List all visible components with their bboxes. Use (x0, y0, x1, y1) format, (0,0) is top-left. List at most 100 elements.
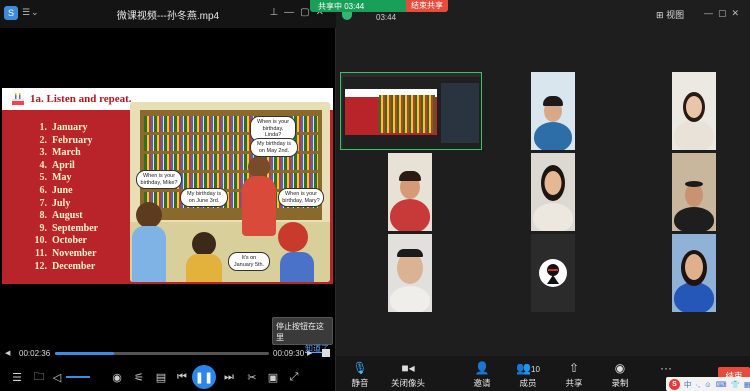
lesson-slide: 1a. Listen and repeat. 1. January 2. Februa… (2, 88, 333, 284)
participant-hair (543, 96, 563, 106)
previous-frame-icon[interactable]: ◀ (5, 349, 15, 357)
share-button[interactable]: ⇧ 共享 (552, 359, 596, 389)
participant-hair (685, 181, 703, 187)
mute-label: 静音 (351, 378, 369, 388)
prev-track-icon[interactable]: ⏮ (172, 371, 192, 384)
participant-body (390, 286, 430, 312)
total-duration: 00:09:30 (273, 348, 305, 358)
ime-keyboard-icon[interactable]: ⌨ (716, 380, 727, 389)
eye-icon[interactable]: ◉ (106, 371, 128, 384)
members-label: 成员 (519, 378, 537, 388)
view-button[interactable]: ⊞ 视图 (656, 8, 684, 21)
record-button[interactable]: ◉ 录制 (598, 359, 642, 389)
mute-button[interactable]: 🎙 静音 (338, 359, 382, 389)
participant-hair (399, 171, 421, 181)
player-logo: S (4, 6, 18, 20)
month-number: 8. (39, 210, 48, 222)
shared-screen-thumbnail[interactable] (340, 72, 482, 150)
stop-icon[interactable] (322, 349, 330, 357)
add-user-icon: 👤 (474, 361, 490, 375)
mini-screen (343, 77, 481, 149)
ime-grid-icon[interactable]: ▦ (744, 380, 750, 389)
participant-video[interactable] (388, 234, 432, 312)
folder-icon[interactable]: 🗀 (28, 368, 50, 387)
month-name: July (52, 197, 71, 209)
month-number: 6. (39, 184, 48, 196)
month-number: 11. (35, 247, 47, 259)
minimize-icon[interactable]: — (704, 8, 718, 18)
members-icon: 👥10 (516, 361, 540, 375)
participant-video[interactable] (672, 72, 716, 150)
month-name: February (52, 134, 93, 146)
month-name: December (52, 260, 96, 272)
kid-figure (278, 222, 308, 252)
month-row: 6. June (28, 185, 98, 198)
month-row: 7. July (28, 198, 98, 211)
next-track-icon[interactable]: ⏭ (216, 371, 242, 384)
grid-icon: ⊞ (656, 10, 664, 20)
next-frame-icon[interactable]: ▶ (307, 349, 319, 357)
chevron-down-icon[interactable]: ⌄ (31, 7, 39, 18)
minimize-icon[interactable]: — (284, 7, 300, 18)
ime-mode[interactable]: 中 (684, 379, 692, 390)
screen: S ☰ ⌄ 微课视频---孙冬燕.mp4 ⊥—▢✕ 1a. Listen and… (0, 0, 750, 391)
month-row: 2. February (28, 135, 98, 148)
month-number: 4. (39, 159, 48, 171)
playlist-icon[interactable]: ☰ (6, 371, 28, 384)
pause-button[interactable]: ❚❚ (192, 365, 216, 389)
kid-figure (248, 156, 270, 178)
camera-label: 关闭像头 (390, 378, 425, 388)
ime-shirt-icon[interactable]: 👕 (731, 380, 740, 389)
seek-bar-fill (55, 351, 114, 355)
month-name: September (52, 222, 99, 234)
end-share-button[interactable]: 结束共享 (406, 0, 448, 12)
participant-avatar-tile[interactable] (531, 234, 575, 312)
kid-figure (242, 176, 276, 236)
month-number: 9. (39, 222, 48, 234)
close-icon[interactable]: ✕ (731, 8, 744, 18)
month-number: 2. (39, 134, 48, 146)
tooltip-text: 停止按钮在这里 (276, 322, 324, 342)
fullscreen-icon[interactable]: ⤢ (284, 371, 304, 384)
pin-icon[interactable]: ⊥ (269, 7, 284, 18)
ime-punctuation[interactable]: ·, (696, 380, 701, 389)
slide-title: 1a. Listen and repeat. (30, 93, 132, 105)
equalizer-icon[interactable]: ⚟ (128, 371, 150, 384)
ime-toolbar: S 中 ·, ☺ ⌨ 👕 ▦ (666, 377, 750, 391)
participant-video[interactable] (672, 153, 716, 231)
month-list: 1. January 2. February 3. March 4. April 5. May 6.… (28, 122, 99, 274)
volume-icon[interactable]: ◁ (50, 371, 64, 384)
volume-slider[interactable] (66, 376, 90, 378)
participant-video[interactable] (531, 153, 575, 231)
screenshot-icon[interactable]: ▣ (262, 371, 284, 384)
microphone-icon: 🎙 (352, 361, 368, 375)
meeting-window-controls: —▢✕ (704, 8, 744, 19)
ime-emoji-icon[interactable]: ☺ (704, 380, 712, 389)
speech-bubble: My birthday is on May 2nd. (250, 138, 298, 157)
month-row: 3. March (28, 147, 98, 160)
maximize-icon[interactable]: ▢ (718, 8, 732, 18)
progress-row: ◀ 00:02:36 00:09:30 ▶ (0, 346, 336, 360)
participant-video[interactable] (531, 72, 575, 150)
month-row: 4. April (28, 160, 98, 173)
hamburger-icon[interactable]: ☰ (22, 7, 30, 18)
participant-video[interactable] (388, 153, 432, 231)
more-button[interactable]: ··· (644, 359, 688, 377)
month-row: 9. September (28, 222, 99, 236)
month-number: 10. (34, 235, 48, 247)
members-button[interactable]: 👥10 成员 (506, 359, 550, 389)
month-name: March (52, 147, 81, 159)
subtitle-icon[interactable]: ▤ (150, 371, 172, 384)
invite-button[interactable]: 👤 邀请 (460, 359, 504, 389)
share-screen-icon: ⇧ (568, 361, 580, 375)
sogou-ime-icon[interactable]: S (669, 378, 680, 390)
participant-video[interactable] (672, 234, 716, 312)
seek-bar[interactable] (55, 351, 269, 355)
cut-icon[interactable]: ✂ (242, 371, 262, 384)
participant-body (390, 199, 430, 231)
speech-bubble: My birthday is on June 3rd. (180, 188, 228, 207)
camera-button[interactable]: ■◂ 关闭像头 (386, 359, 430, 389)
kid-figure (186, 254, 222, 282)
month-name: May (52, 172, 72, 184)
month-row: 12. December (28, 261, 98, 274)
